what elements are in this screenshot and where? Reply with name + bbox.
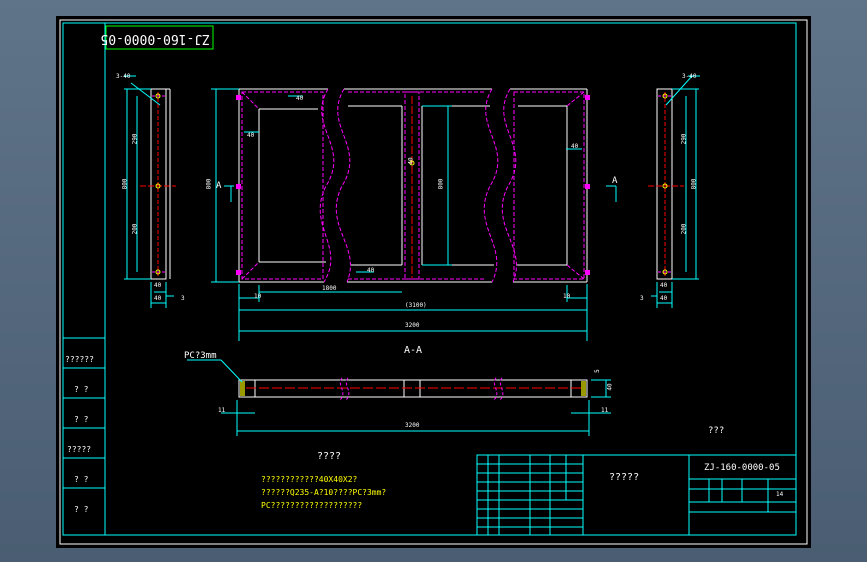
section-dim-11b: 11 — [601, 407, 609, 414]
left-dim-200: 200 — [131, 223, 139, 235]
front-dim-inner-height: 800 — [437, 178, 445, 190]
pc-note: PC?3mm — [184, 351, 217, 361]
left-dim-40b: 40 — [154, 295, 162, 302]
cad-drawing — [59, 19, 808, 545]
section-dim-5: 5 — [593, 369, 601, 373]
label-right: ??? — [708, 426, 725, 436]
front-dim-40-top: 40 — [296, 95, 304, 102]
left-table-2: ? ? — [74, 385, 89, 394]
left-dim-3: 3 — [181, 295, 185, 302]
right-side-view — [648, 75, 700, 308]
left-table-1: ?????? — [65, 355, 94, 364]
front-dim-10-left: 10 — [254, 293, 262, 300]
section-label: A-A — [404, 345, 423, 356]
front-dim-height: 800 — [205, 178, 213, 190]
section-mark-left: A — [216, 181, 222, 191]
tech-line-1: ????????????40X40X2? — [261, 475, 358, 484]
section-mark-right: A — [612, 176, 618, 186]
left-table-3: ? ? — [74, 415, 89, 424]
chamfer-label-left: 3-40 — [116, 73, 131, 80]
tech-line-2: ??????Q235-A?10????PC?3mm? — [261, 488, 387, 497]
drawing-no-rotated: ZJ-160-0000-05 — [100, 31, 210, 46]
right-dim-3: 3 — [640, 295, 644, 302]
chamfer-label-right: 3-40 — [682, 73, 697, 80]
section-dim-40: 40 — [606, 383, 614, 391]
section-dim-3200: 3200 — [405, 422, 420, 429]
front-dim-40-right: 40 — [571, 143, 579, 150]
front-dim-1800: 1800 — [322, 285, 337, 292]
left-side-view — [124, 75, 176, 308]
section-view — [187, 359, 611, 436]
drawing-sheet: ZJ-160-0000-05 3-40 3-40 800 290 200 40 … — [56, 16, 811, 548]
tech-line-3: PC??????????????????? — [261, 501, 363, 510]
right-dim-290: 290 — [680, 133, 688, 145]
front-dim-10-right: 10 — [563, 293, 571, 300]
right-dim-40a: 40 — [660, 282, 668, 289]
title-center: ????? — [609, 472, 640, 483]
right-dim-40b: 40 — [660, 295, 668, 302]
front-dim-3200: 3200 — [405, 322, 420, 329]
front-dim-40-left: 40 — [247, 132, 255, 139]
front-dim-40-bottom: 40 — [367, 267, 375, 274]
right-dim-800: 800 — [690, 178, 698, 190]
right-dim-200: 200 — [680, 223, 688, 235]
left-dim-40a: 40 — [154, 282, 162, 289]
title-code: ZJ-160-0000-05 — [704, 463, 780, 473]
left-dim-290: 290 — [131, 133, 139, 145]
left-table-4: ????? — [67, 445, 92, 454]
left-table-5: ? ? — [74, 475, 89, 484]
left-dim-800: 800 — [121, 178, 129, 190]
section-dim-11a: 11 — [218, 407, 226, 414]
front-dim-3100: (3100) — [405, 302, 427, 309]
front-dim-40-mid: 40 — [407, 157, 415, 165]
title-sheet: 14 — [776, 491, 784, 498]
tech-title: ???? — [317, 451, 342, 462]
left-table-6: ? ? — [74, 505, 89, 514]
